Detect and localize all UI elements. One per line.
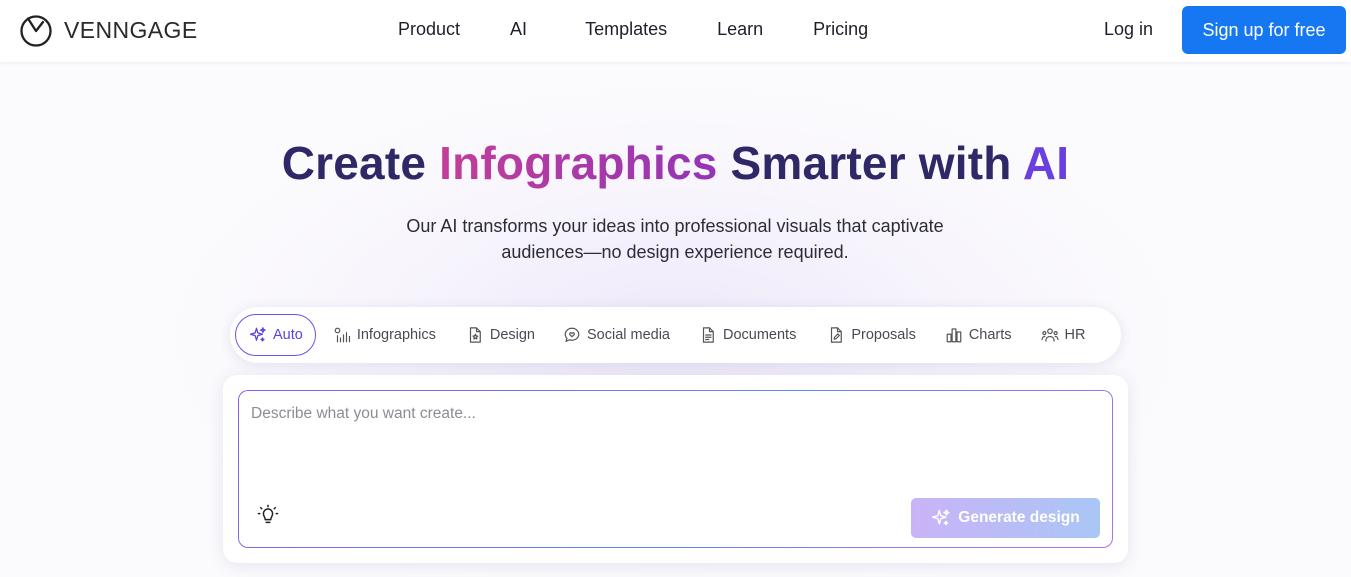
top-navbar: VENNGAGE Product AI Templates Learn Pric…	[0, 0, 1351, 62]
tab-proposals[interactable]: Proposals	[827, 314, 916, 356]
tab-design[interactable]: Design	[466, 314, 535, 356]
nav-item-learn[interactable]: Learn	[717, 19, 763, 40]
tab-documents-label: Documents	[723, 327, 797, 343]
brand-logo[interactable]: VENNGAGE	[19, 13, 198, 47]
proposal-pen-icon	[831, 327, 843, 343]
tab-infographics-label: Infographics	[356, 327, 436, 343]
bar-chart-icon	[946, 328, 962, 343]
hero-title-highlight: Infographics	[439, 137, 718, 189]
hero-title-part2: Smarter with	[717, 137, 1023, 189]
login-link[interactable]: Log in	[1104, 19, 1153, 40]
nav-item-templates[interactable]: Templates	[585, 19, 667, 40]
tab-documents[interactable]: Documents	[699, 314, 796, 356]
hero-title-part1: Create	[281, 137, 440, 189]
lightbulb-icon[interactable]	[257, 504, 279, 526]
document-icon	[702, 327, 714, 343]
tab-charts[interactable]: Charts	[945, 314, 1012, 356]
tab-hr[interactable]: HR	[1041, 314, 1086, 356]
main-nav: Product AI Templates Learn Pricing	[398, 19, 918, 40]
tab-infographics[interactable]: Infographics	[333, 314, 436, 356]
tab-charts-label: Charts	[968, 327, 1012, 343]
prompt-input[interactable]	[251, 405, 1091, 485]
category-tabs: Auto Infographics Design Social media Do…	[230, 307, 1121, 363]
tab-social-media[interactable]: Social media	[563, 314, 670, 356]
generate-design-label: Generate design	[958, 509, 1080, 526]
sparkle-icon	[932, 509, 950, 526]
nav-item-ai[interactable]: AI	[510, 19, 527, 40]
hero-subtitle: Our AI transforms your ideas into profes…	[406, 216, 944, 262]
generate-design-button[interactable]: Generate design	[911, 498, 1100, 538]
prompt-box: Generate design	[238, 390, 1113, 548]
venngage-logo-icon	[20, 15, 52, 47]
people-icon	[1041, 328, 1059, 342]
nav-item-product[interactable]: Product	[398, 19, 460, 40]
design-file-icon	[469, 327, 481, 343]
signup-button[interactable]: Sign up for free	[1182, 6, 1346, 54]
tab-proposals-label: Proposals	[851, 327, 916, 343]
tab-auto-label: Auto	[273, 327, 303, 343]
tab-design-label: Design	[489, 327, 535, 343]
infographic-bars-icon	[334, 327, 350, 343]
tab-hr-label: HR	[1064, 327, 1086, 343]
sparkle-icon	[249, 327, 266, 342]
chat-heart-icon	[564, 327, 580, 342]
tab-auto[interactable]: Auto	[235, 314, 316, 356]
prompt-card: Generate design	[223, 375, 1128, 563]
tab-social-media-label: Social media	[586, 327, 670, 343]
hero-title-ai: AI	[1022, 137, 1070, 189]
hero-title: Create Infographics Smarter with AI	[0, 136, 1351, 190]
brand-name: VENNGAGE	[64, 16, 198, 43]
nav-item-pricing[interactable]: Pricing	[813, 19, 868, 40]
